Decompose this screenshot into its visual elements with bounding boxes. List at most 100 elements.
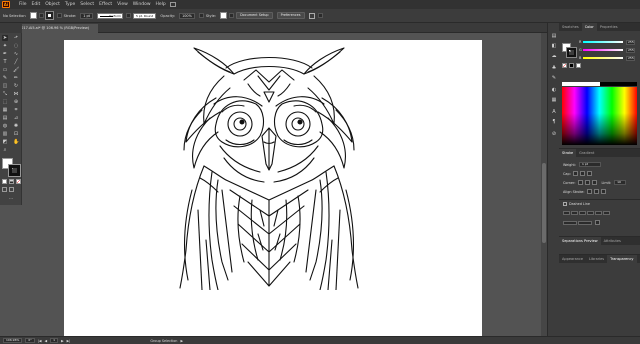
tab-color[interactable]: Color	[581, 23, 597, 31]
tab-libraries[interactable]: Libraries	[586, 255, 607, 263]
gradient-mode-icon[interactable]	[9, 179, 14, 184]
free-transform-tool-icon[interactable]: ⬚	[2, 99, 8, 105]
toolbar-stroke-swatch[interactable]	[8, 164, 21, 177]
slider-g[interactable]: G 255	[579, 47, 637, 53]
stroke-weight-input[interactable]: 1 pt	[578, 162, 601, 167]
menu-file[interactable]: File	[19, 2, 27, 7]
stroke-weight-field[interactable]: 1 pt	[80, 12, 93, 19]
dash-field[interactable]	[579, 211, 586, 215]
selection-tool-icon[interactable]: ➤	[2, 35, 8, 41]
tab-appearance[interactable]: Appearance	[559, 255, 586, 263]
type-icon[interactable]: A	[551, 109, 557, 115]
hand-tool-icon[interactable]: ✋	[13, 139, 19, 145]
gap-field[interactable]	[603, 211, 610, 215]
none-mode-icon[interactable]	[16, 179, 21, 184]
symbols-icon[interactable]: ♣	[551, 65, 557, 71]
scale-tool-icon[interactable]: ⤡	[2, 91, 8, 97]
menu-view[interactable]: View	[117, 2, 128, 7]
mesh-tool-icon[interactable]: ⌗	[13, 107, 19, 113]
color-icon[interactable]: ◐	[551, 87, 557, 93]
dash-field[interactable]	[595, 211, 602, 215]
brush-definition[interactable]: 5 pt. Round	[132, 12, 157, 19]
symbol-sprayer-tool-icon[interactable]: ✺	[13, 123, 19, 129]
swap-arrowheads-button[interactable]	[595, 220, 600, 225]
artboard-number-field[interactable]: 1	[50, 338, 59, 343]
tab-attributes[interactable]: Attributes	[601, 237, 624, 245]
limit-input[interactable]: 10	[614, 180, 627, 185]
curvature-tool-icon[interactable]: ∿	[13, 51, 19, 57]
lasso-tool-icon[interactable]: ◌	[13, 43, 19, 49]
dashed-line-checkbox[interactable]	[563, 202, 567, 206]
menu-type[interactable]: Type	[65, 2, 75, 7]
end-arrowhead-select[interactable]	[578, 220, 592, 225]
align-center-button[interactable]	[586, 189, 592, 194]
direct-selection-tool-icon[interactable]: ⬏	[13, 35, 19, 41]
zoom-tool-icon[interactable]: ⌕	[2, 147, 8, 153]
next-artboard-icon[interactable]: ▶	[61, 339, 64, 343]
slider-r-value[interactable]: 255	[626, 39, 635, 45]
fill-stroke-control[interactable]	[2, 158, 21, 177]
paintbrush-tool-icon[interactable]: 🖌	[13, 67, 19, 73]
menu-effect[interactable]: Effect	[99, 2, 112, 7]
eraser-tool-icon[interactable]: ◫	[2, 83, 8, 89]
artboard-tool-icon[interactable]: ⊡	[13, 131, 19, 137]
properties-icon[interactable]: ▤	[551, 33, 557, 39]
width-tool-icon[interactable]: ⋈	[13, 91, 19, 97]
stroke-swatch[interactable]	[44, 11, 54, 20]
menu-window[interactable]: Window	[133, 2, 151, 7]
line-tool-icon[interactable]: ╱	[13, 59, 19, 65]
spectrum-strip[interactable]	[562, 82, 637, 86]
perspective-grid-tool-icon[interactable]: ▦	[2, 107, 8, 113]
align-outside-button[interactable]	[600, 189, 606, 194]
document-tab[interactable]: ×0017.Ai5.ai* @ 106.96 % (RGB/Preview)	[12, 24, 98, 33]
magic-wand-tool-icon[interactable]: ✦	[2, 43, 8, 49]
slider-b[interactable]: B 255	[579, 55, 637, 61]
tab-separations-preview[interactable]: Separations Preview	[559, 237, 601, 245]
slider-g-track[interactable]	[583, 49, 623, 51]
gap-field[interactable]	[587, 211, 594, 215]
zoom-level-field[interactable]: 106.96%	[3, 338, 23, 343]
slider-r-track[interactable]	[583, 41, 623, 43]
vertical-scrollbar-thumb[interactable]	[542, 163, 546, 243]
slider-b-track[interactable]	[583, 57, 623, 59]
align-inside-button[interactable]	[593, 189, 599, 194]
slice-tool-icon[interactable]: ◩	[2, 139, 8, 145]
rotate-tool-icon[interactable]: ↻	[13, 83, 19, 89]
opacity-field[interactable]: 100%	[179, 12, 195, 19]
fill-dropdown[interactable]	[38, 13, 44, 18]
tab-transparency[interactable]: Transparency	[607, 255, 637, 263]
start-arrowhead-select[interactable]	[563, 220, 577, 225]
round-join-button[interactable]	[584, 180, 590, 185]
slider-b-value[interactable]: 255	[626, 55, 635, 61]
black-swatch[interactable]	[569, 63, 574, 68]
tools-panel-header[interactable]	[0, 23, 22, 33]
fill-swatch[interactable]	[29, 12, 37, 19]
workspace-switcher-icon[interactable]	[169, 2, 176, 7]
color-mode-icon[interactable]	[2, 179, 7, 184]
pencil-tool-icon[interactable]: ✏	[13, 75, 19, 81]
butt-cap-button[interactable]	[572, 171, 578, 176]
variable-width-profile[interactable]: Uniform	[96, 12, 123, 19]
first-artboard-icon[interactable]: |◀	[38, 339, 42, 343]
screen-mode-icon[interactable]	[9, 187, 14, 192]
document-setup-button[interactable]: Document Setup	[236, 12, 273, 19]
graphic-style-swatch[interactable]	[220, 12, 228, 19]
slider-g-value[interactable]: 255	[626, 47, 635, 53]
rectangle-tool-icon[interactable]: ▭	[2, 67, 8, 73]
arrange-documents-icon[interactable]	[308, 12, 315, 19]
artboard[interactable]	[64, 40, 482, 336]
shaper-tool-icon[interactable]: ✎	[2, 75, 8, 81]
brushes-icon[interactable]: ✎	[551, 75, 557, 81]
blend-tool-icon[interactable]: ◍	[2, 123, 8, 129]
eyedropper-tool-icon[interactable]: ⊿	[13, 115, 19, 121]
white-swatch[interactable]	[576, 63, 581, 68]
shape-builder-tool-icon[interactable]: ⊕	[13, 99, 19, 105]
dash-field[interactable]	[563, 211, 570, 215]
menu-help[interactable]: Help	[156, 2, 166, 7]
rotate-view-field[interactable]: 0°	[25, 338, 35, 343]
tab-swatches[interactable]: Swatches	[559, 23, 582, 31]
draw-normal-icon[interactable]	[2, 187, 7, 192]
bevel-join-button[interactable]	[591, 180, 597, 185]
menu-select[interactable]: Select	[80, 2, 94, 7]
gap-field[interactable]	[571, 211, 578, 215]
